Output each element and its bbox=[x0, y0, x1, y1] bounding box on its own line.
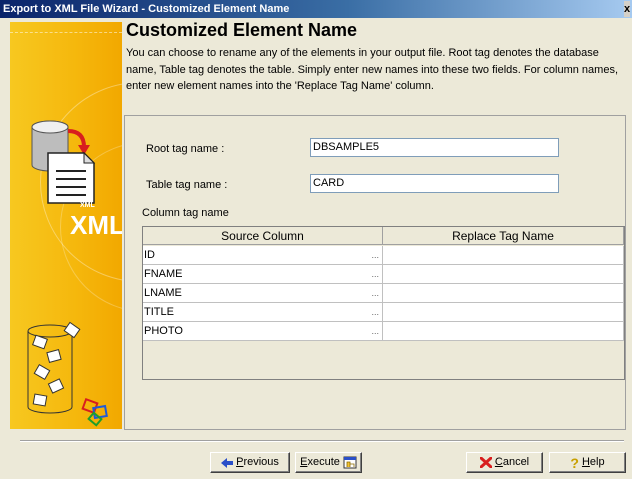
column-header-source[interactable]: Source Column bbox=[143, 227, 383, 245]
window-title: Export to XML File Wizard - Customized E… bbox=[3, 3, 290, 15]
source-column-name: LNAME bbox=[144, 287, 182, 299]
column-tag-label: Column tag name bbox=[142, 207, 229, 219]
source-column-cell[interactable]: TITLE ... bbox=[143, 303, 383, 322]
replace-tag-cell[interactable] bbox=[383, 265, 624, 284]
cancel-button[interactable]: Cancel bbox=[466, 452, 543, 473]
source-column-name: PHOTO bbox=[144, 325, 183, 337]
ellipsis-button[interactable]: ... bbox=[371, 322, 379, 340]
cancel-x-icon bbox=[479, 457, 492, 468]
banner-decoration-line bbox=[10, 32, 122, 33]
replace-tag-cell[interactable] bbox=[383, 246, 624, 265]
question-mark-icon: ? bbox=[570, 454, 579, 471]
arrow-left-icon bbox=[221, 457, 234, 468]
table-row: PHOTO ... bbox=[143, 322, 624, 341]
xml-small-label: XML bbox=[80, 202, 95, 209]
cancel-label: Cancel bbox=[494, 456, 530, 468]
help-label: Help bbox=[581, 456, 605, 468]
source-column-cell[interactable]: FNAME ... bbox=[143, 265, 383, 284]
table-row: FNAME ... bbox=[143, 265, 624, 284]
table-tag-label: Table tag name : bbox=[146, 179, 228, 191]
title-bar: Export to XML File Wizard - Customized E… bbox=[0, 0, 632, 18]
table-tag-input[interactable]: CARD bbox=[310, 174, 559, 193]
ellipsis-button[interactable]: ... bbox=[371, 303, 379, 321]
source-column-cell[interactable]: ID ... bbox=[143, 246, 383, 265]
footer-divider bbox=[20, 440, 624, 442]
previous-label: Previous bbox=[236, 456, 279, 468]
page-description: You can choose to rename any of the elem… bbox=[126, 47, 619, 92]
ellipsis-button[interactable]: ... bbox=[371, 265, 379, 283]
replace-tag-cell[interactable] bbox=[383, 303, 624, 322]
help-button[interactable]: ? Help bbox=[549, 452, 626, 473]
previous-button[interactable]: Previous bbox=[210, 452, 290, 473]
replace-tag-cell[interactable] bbox=[383, 322, 624, 341]
table-row: LNAME ... bbox=[143, 284, 624, 303]
source-column-cell[interactable]: LNAME ... bbox=[143, 284, 383, 303]
table-row: TITLE ... bbox=[143, 303, 624, 322]
column-header-replace[interactable]: Replace Tag Name bbox=[383, 227, 624, 245]
root-tag-label: Root tag name : bbox=[146, 143, 225, 155]
execute-button[interactable]: Execute bbox=[295, 452, 362, 473]
ellipsis-button[interactable]: ... bbox=[371, 284, 379, 302]
execute-label: Execute bbox=[300, 456, 340, 468]
replace-tag-cell[interactable] bbox=[383, 284, 624, 303]
source-column-name: FNAME bbox=[144, 268, 183, 280]
database-to-document-icon bbox=[31, 120, 96, 204]
source-column-cell[interactable]: PHOTO ... bbox=[143, 322, 383, 341]
page-title: Customized Element Name bbox=[126, 20, 358, 40]
column-tag-grid: Source Column Replace Tag Name ID ... FN… bbox=[142, 226, 625, 380]
source-column-name: ID bbox=[144, 249, 155, 261]
table-row: ID ... bbox=[143, 246, 624, 265]
execute-icon bbox=[343, 456, 357, 469]
close-button[interactable]: x bbox=[624, 1, 630, 17]
ellipsis-button[interactable]: ... bbox=[371, 246, 379, 264]
source-column-name: TITLE bbox=[144, 306, 174, 318]
xml-big-label: XML bbox=[70, 210, 122, 240]
root-tag-input[interactable]: DBSAMPLE5 bbox=[310, 138, 559, 157]
puzzle-pieces-icon bbox=[27, 321, 108, 427]
wizard-side-banner: XML XML bbox=[10, 22, 122, 429]
